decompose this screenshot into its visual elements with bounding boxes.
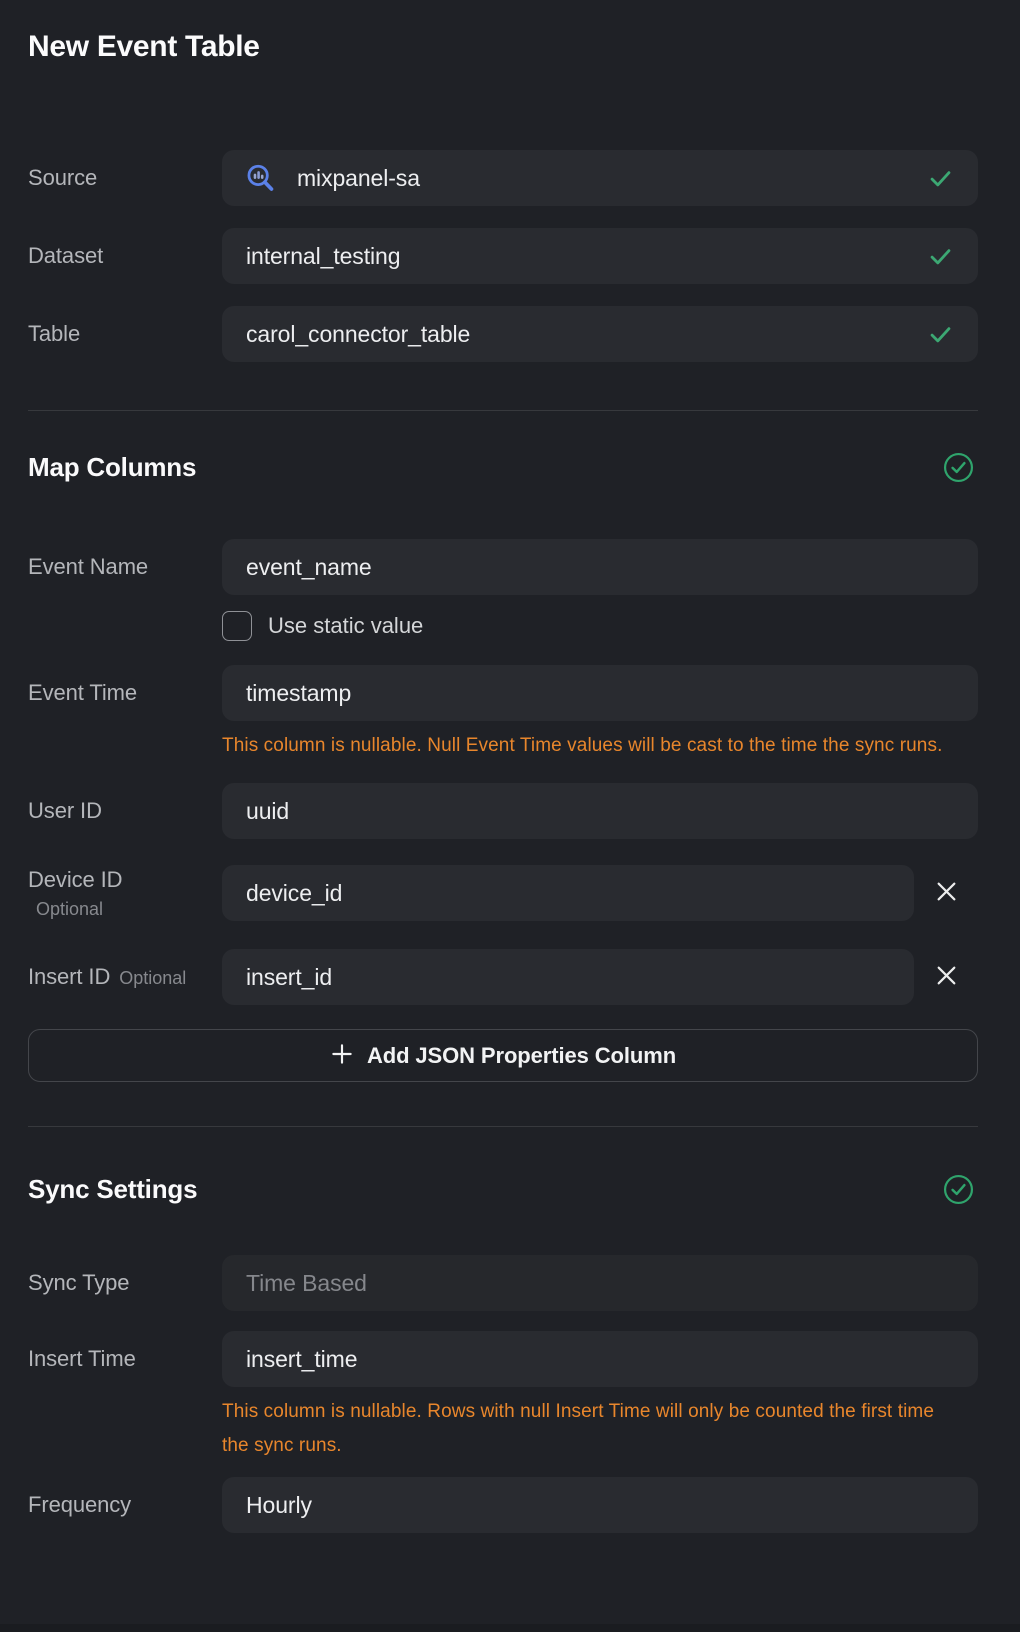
event-time-warning: This column is nullable. Null Event Time… [222,729,962,763]
insert-time-row: Insert Time insert_time [28,1331,978,1387]
check-icon [927,243,954,270]
event-name-row: Event Name event_name [28,539,978,595]
event-time-row: Event Time timestamp [28,665,978,721]
frequency-value: Hourly [246,1492,312,1519]
frequency-row: Frequency Hourly [28,1477,978,1533]
table-value: carol_connector_table [246,321,470,348]
insert-id-value: insert_id [246,964,332,991]
circle-check-icon [943,1174,974,1205]
use-static-value-label: Use static value [268,613,423,639]
event-name-select[interactable]: event_name [222,539,978,595]
page-title: New Event Table [28,28,978,66]
event-name-value: event_name [246,554,372,581]
device-id-value: device_id [246,880,342,907]
check-icon [927,321,954,348]
frequency-label: Frequency [28,1492,131,1517]
source-row: Source mixpanel-sa [28,150,978,206]
dataset-row: Dataset internal_testing [28,228,978,284]
footer-edge [0,1624,1020,1632]
section-divider [28,410,978,411]
dataset-value: internal_testing [246,243,400,270]
circle-check-icon [943,452,974,483]
insert-time-select[interactable]: insert_time [222,1331,978,1387]
map-columns-title: Map Columns [28,449,196,485]
source-value: mixpanel-sa [297,165,420,192]
table-label: Table [28,321,80,346]
sync-type-label: Sync Type [28,1270,129,1295]
remove-device-id-button[interactable] [924,871,968,915]
event-name-label: Event Name [28,554,148,579]
user-id-select[interactable]: uuid [222,783,978,839]
sync-settings-header: Sync Settings [28,1171,978,1207]
device-id-optional-tag: Optional [36,899,222,920]
dataset-select[interactable]: internal_testing [222,228,978,284]
user-id-label: User ID [28,798,102,823]
event-time-select[interactable]: timestamp [222,665,978,721]
event-time-value: timestamp [246,680,351,707]
section-divider [28,1126,978,1127]
device-id-row: Device ID Optional device_id [28,865,978,921]
new-event-table-form: New Event Table Source mixpanel-sa Datas… [0,0,1020,1632]
table-row: Table carol_connector_table [28,306,978,362]
sync-type-row: Sync Type Time Based [28,1255,978,1311]
insert-id-optional-tag: Optional [119,968,186,989]
add-json-properties-column-button[interactable]: Add JSON Properties Column [28,1029,978,1082]
use-static-value-checkbox[interactable] [222,611,252,641]
plus-icon [330,1042,354,1069]
insert-time-warning: This column is nullable. Rows with null … [222,1395,962,1463]
remove-insert-id-button[interactable] [924,955,968,999]
check-icon [927,165,954,192]
user-id-row: User ID uuid [28,783,978,839]
table-select[interactable]: carol_connector_table [222,306,978,362]
insert-time-value: insert_time [246,1346,357,1373]
mixpanel-chart-magnifier-icon [244,162,277,195]
event-time-label: Event Time [28,680,137,705]
sync-type-select: Time Based [222,1255,978,1311]
sync-settings-title: Sync Settings [28,1171,197,1207]
device-id-select[interactable]: device_id [222,865,914,921]
static-value-row: Use static value [222,611,978,641]
dataset-label: Dataset [28,243,103,268]
map-columns-header: Map Columns [28,449,978,485]
insert-id-label: Insert ID [28,964,110,990]
frequency-select[interactable]: Hourly [222,1477,978,1533]
source-select[interactable]: mixpanel-sa [222,150,978,206]
sync-type-value: Time Based [246,1270,367,1297]
add-json-properties-column-label: Add JSON Properties Column [367,1043,676,1069]
device-id-label: Device ID [28,867,122,892]
x-icon [935,964,958,990]
source-label: Source [28,165,97,190]
insert-id-select[interactable]: insert_id [222,949,914,1005]
user-id-value: uuid [246,798,289,825]
insert-id-row: Insert ID Optional insert_id [28,949,978,1005]
x-icon [935,880,958,906]
insert-time-label: Insert Time [28,1346,136,1371]
